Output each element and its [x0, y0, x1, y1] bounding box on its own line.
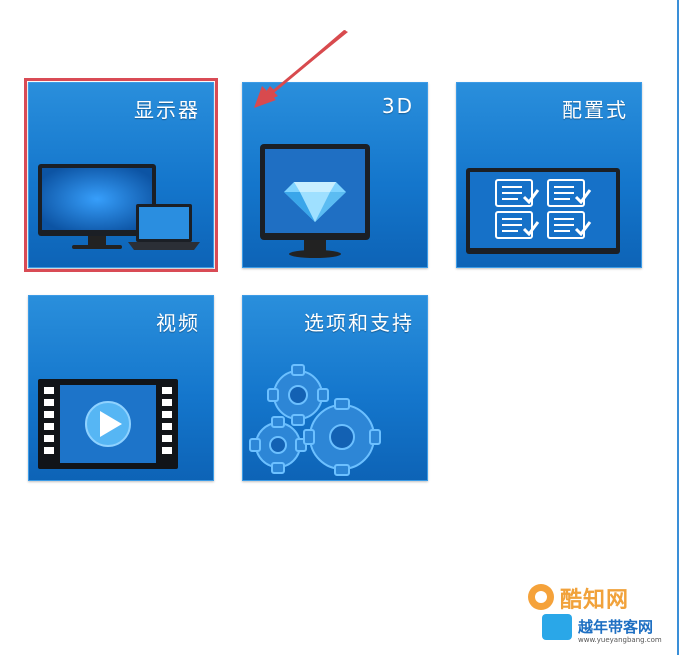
tile-config[interactable]: 配置式	[456, 82, 642, 268]
monitor-with-diamond-icon	[260, 144, 370, 258]
tile-video[interactable]: 视频	[28, 295, 214, 481]
filmstrip-play-icon	[38, 379, 178, 469]
tile-display[interactable]: 显示器	[24, 78, 218, 272]
monitor-and-laptop-icon	[38, 164, 200, 250]
watermark: 酷知网 越年带客网 www.yueyangbang.com	[520, 578, 680, 653]
gears-icon	[249, 364, 381, 476]
right-edge-rule	[677, 0, 679, 655]
watermark-top-text: 酷知网	[560, 588, 630, 613]
monitor-with-checklists-icon	[466, 168, 620, 254]
watermark-bottom-text: 越年带客网	[578, 618, 654, 636]
watermark-logo-icon	[528, 584, 554, 610]
watermark-url: www.yueyangbang.com	[578, 636, 662, 644]
tile-3d[interactable]: 3D	[242, 82, 428, 268]
watermark-house-icon	[542, 614, 572, 640]
tile-options[interactable]: 选项和支持	[242, 295, 428, 481]
